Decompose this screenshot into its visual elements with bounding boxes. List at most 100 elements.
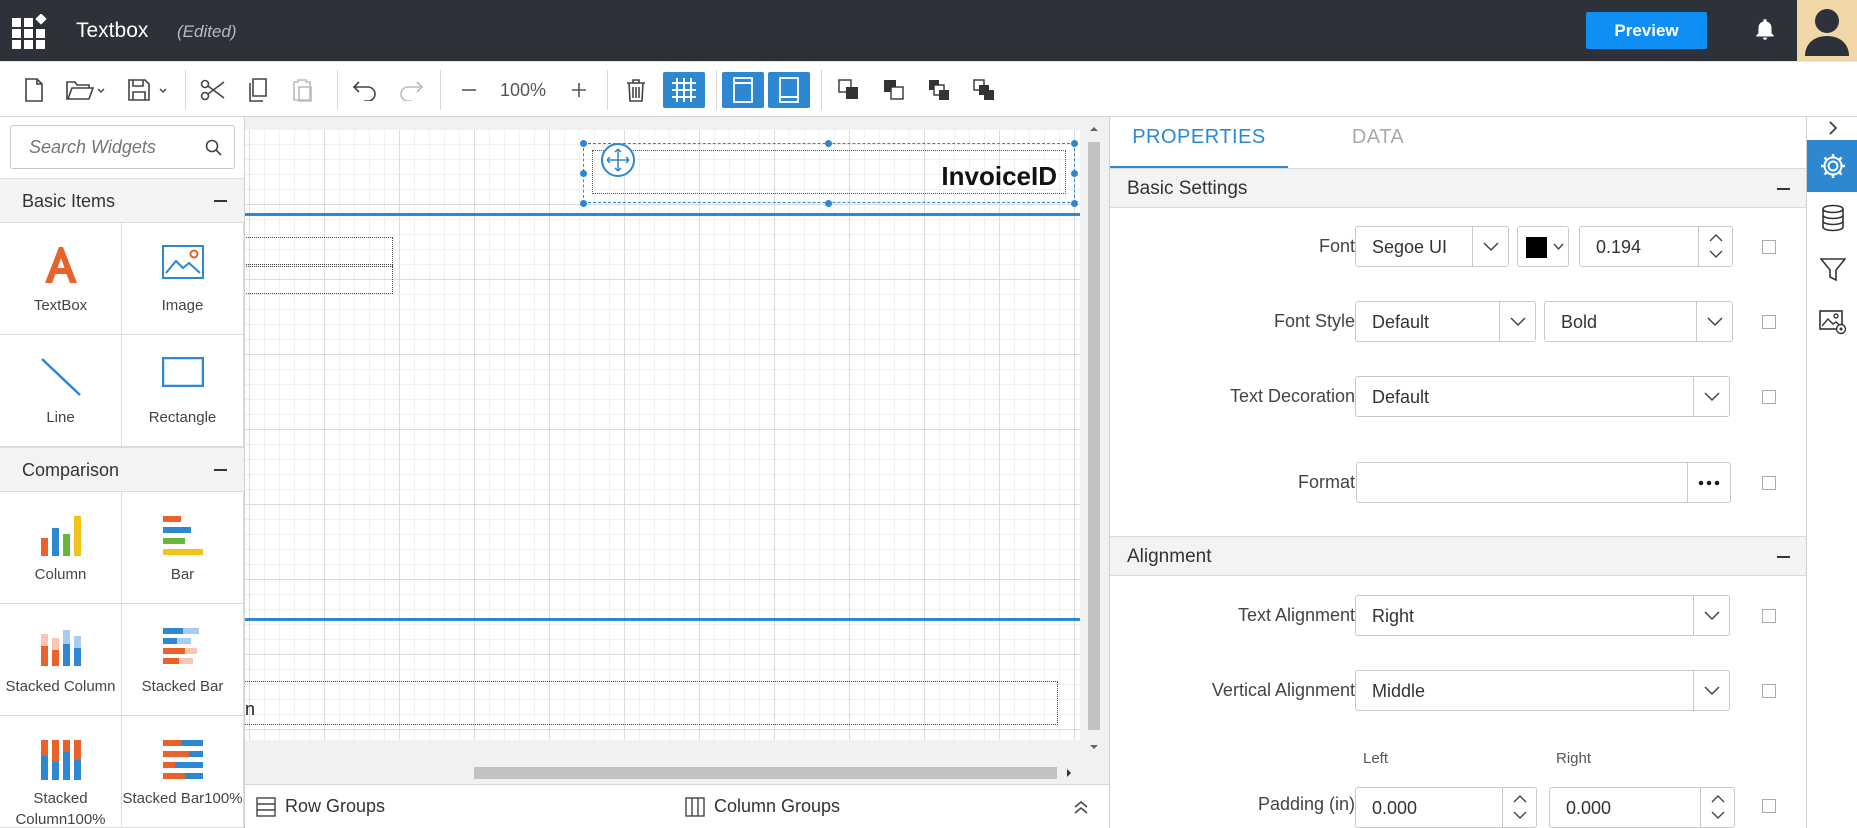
text-alignment-dropdown[interactable]: Right <box>1355 595 1730 636</box>
font-checkbox[interactable] <box>1762 240 1776 254</box>
body-band-divider[interactable] <box>245 618 1080 621</box>
avatar[interactable] <box>1797 0 1857 61</box>
collapse-panel-button[interactable] <box>1807 117 1857 139</box>
tab-properties[interactable]: PROPERTIES <box>1110 117 1288 169</box>
paste-button[interactable] <box>286 72 320 108</box>
chevron-down-icon[interactable] <box>1513 811 1527 820</box>
font-style-dropdown[interactable]: Default <box>1355 301 1536 342</box>
widget-stacked-bar100[interactable]: Stacked Bar100% <box>122 716 244 828</box>
zoom-level[interactable]: 100% <box>498 80 548 101</box>
report-design-surface[interactable]: InvoiceID n <box>245 130 1080 740</box>
text-decoration-dropdown[interactable]: Default <box>1355 376 1730 417</box>
format-field[interactable] <box>1356 462 1731 503</box>
chevron-down-icon[interactable] <box>1711 811 1725 820</box>
rail-image-manager[interactable] <box>1807 296 1857 348</box>
widget-stacked-column100[interactable]: Stacked Column100% <box>0 716 122 828</box>
collapse-icon[interactable] <box>214 200 227 202</box>
font-size-value[interactable]: 0.194 <box>1596 237 1641 258</box>
font-size-stepper[interactable]: 0.194 <box>1579 226 1733 267</box>
resize-handle[interactable] <box>825 140 832 147</box>
collapse-icon[interactable] <box>1777 188 1790 190</box>
widget-textbox[interactable]: TextBox <box>0 223 122 335</box>
column-groups-button[interactable]: Column Groups <box>685 796 840 817</box>
widget-bar[interactable]: Bar <box>122 492 244 604</box>
move-handle[interactable] <box>601 143 635 177</box>
scroll-up-icon[interactable] <box>1088 123 1100 135</box>
font-weight-dropdown[interactable]: Bold <box>1544 301 1733 342</box>
padding-left-stepper[interactable]: 0.000 <box>1355 787 1537 828</box>
resize-handle[interactable] <box>580 140 587 147</box>
scroll-down-icon[interactable] <box>1088 741 1100 753</box>
delete-button[interactable] <box>619 72 653 108</box>
widget-image[interactable]: Image <box>122 223 244 335</box>
rail-data[interactable] <box>1807 192 1857 244</box>
preview-button[interactable]: Preview <box>1586 12 1707 49</box>
widget-stacked-bar[interactable]: Stacked Bar <box>122 604 244 716</box>
chevron-up-icon[interactable] <box>1513 794 1527 803</box>
footer-toggle-button[interactable] <box>768 72 810 108</box>
chevron-down-icon[interactable] <box>1709 250 1723 259</box>
send-backward-button[interactable] <box>877 72 911 108</box>
bring-forward-button[interactable] <box>832 72 866 108</box>
textbox-content[interactable]: InvoiceID <box>592 150 1066 194</box>
chevron-up-icon[interactable] <box>1709 233 1723 242</box>
expand-up-icon[interactable] <box>1073 799 1089 815</box>
widget-line[interactable]: Line <box>0 335 122 447</box>
font-family-dropdown[interactable]: Segoe UI <box>1355 226 1509 267</box>
padding-left-value[interactable]: 0.000 <box>1372 798 1417 819</box>
section-basic-settings[interactable]: Basic Settings <box>1110 168 1806 208</box>
scrollbar-thumb[interactable] <box>474 767 1057 779</box>
open-button[interactable] <box>62 72 108 108</box>
send-to-back-button[interactable] <box>967 72 1001 108</box>
rail-properties[interactable] <box>1807 140 1857 192</box>
padding-checkbox[interactable] <box>1762 799 1776 813</box>
category-header-comparison[interactable]: Comparison <box>0 447 244 492</box>
widget-stacked-column[interactable]: Stacked Column <box>0 604 122 716</box>
grid-toggle-button[interactable] <box>663 72 705 108</box>
copy-button[interactable] <box>242 72 274 108</box>
resize-handle[interactable] <box>1071 140 1078 147</box>
cut-button[interactable] <box>196 72 230 108</box>
design-canvas[interactable]: InvoiceID n <box>245 117 1109 784</box>
undo-button[interactable] <box>348 72 382 108</box>
apps-grid-icon[interactable] <box>12 14 48 50</box>
padding-right-stepper[interactable]: 0.000 <box>1549 787 1735 828</box>
header-band-divider[interactable] <box>245 213 1080 216</box>
format-checkbox[interactable] <box>1762 476 1776 490</box>
report-item-placeholder[interactable] <box>245 264 393 294</box>
vertical-scrollbar[interactable] <box>1080 117 1109 761</box>
chevron-up-icon[interactable] <box>1711 794 1725 803</box>
scroll-right-icon[interactable] <box>1063 767 1075 779</box>
save-button[interactable] <box>124 72 170 108</box>
zoom-out-button[interactable] <box>454 72 484 108</box>
widget-column[interactable]: Column <box>0 492 122 604</box>
redo-button[interactable] <box>394 72 428 108</box>
zoom-in-button[interactable] <box>564 72 594 108</box>
padding-right-value[interactable]: 0.000 <box>1566 798 1611 819</box>
tab-data[interactable]: DATA <box>1288 117 1468 169</box>
text-decoration-checkbox[interactable] <box>1762 390 1776 404</box>
search-widgets-box[interactable] <box>10 125 235 169</box>
resize-handle[interactable] <box>1071 200 1078 207</box>
bell-icon[interactable] <box>1752 17 1778 43</box>
font-style-checkbox[interactable] <box>1762 315 1776 329</box>
rail-filter[interactable] <box>1807 244 1857 296</box>
format-options-button[interactable] <box>1687 463 1730 502</box>
resize-handle[interactable] <box>825 200 832 207</box>
selected-textbox[interactable]: InvoiceID <box>583 143 1075 203</box>
collapse-icon[interactable] <box>214 469 227 471</box>
row-groups-button[interactable]: Row Groups <box>256 796 385 817</box>
collapse-icon[interactable] <box>1777 556 1790 558</box>
vertical-alignment-checkbox[interactable] <box>1762 684 1776 698</box>
text-alignment-checkbox[interactable] <box>1762 609 1776 623</box>
widget-rectangle[interactable]: Rectangle <box>122 335 244 447</box>
new-button[interactable] <box>18 72 50 108</box>
bring-to-front-button[interactable] <box>922 72 956 108</box>
resize-handle[interactable] <box>580 200 587 207</box>
vertical-alignment-dropdown[interactable]: Middle <box>1355 670 1730 711</box>
font-color-picker[interactable] <box>1517 226 1569 267</box>
resize-handle[interactable] <box>580 170 587 177</box>
search-input[interactable] <box>11 126 201 168</box>
section-alignment[interactable]: Alignment <box>1110 536 1806 576</box>
category-header-basic-items[interactable]: Basic Items <box>0 178 244 223</box>
